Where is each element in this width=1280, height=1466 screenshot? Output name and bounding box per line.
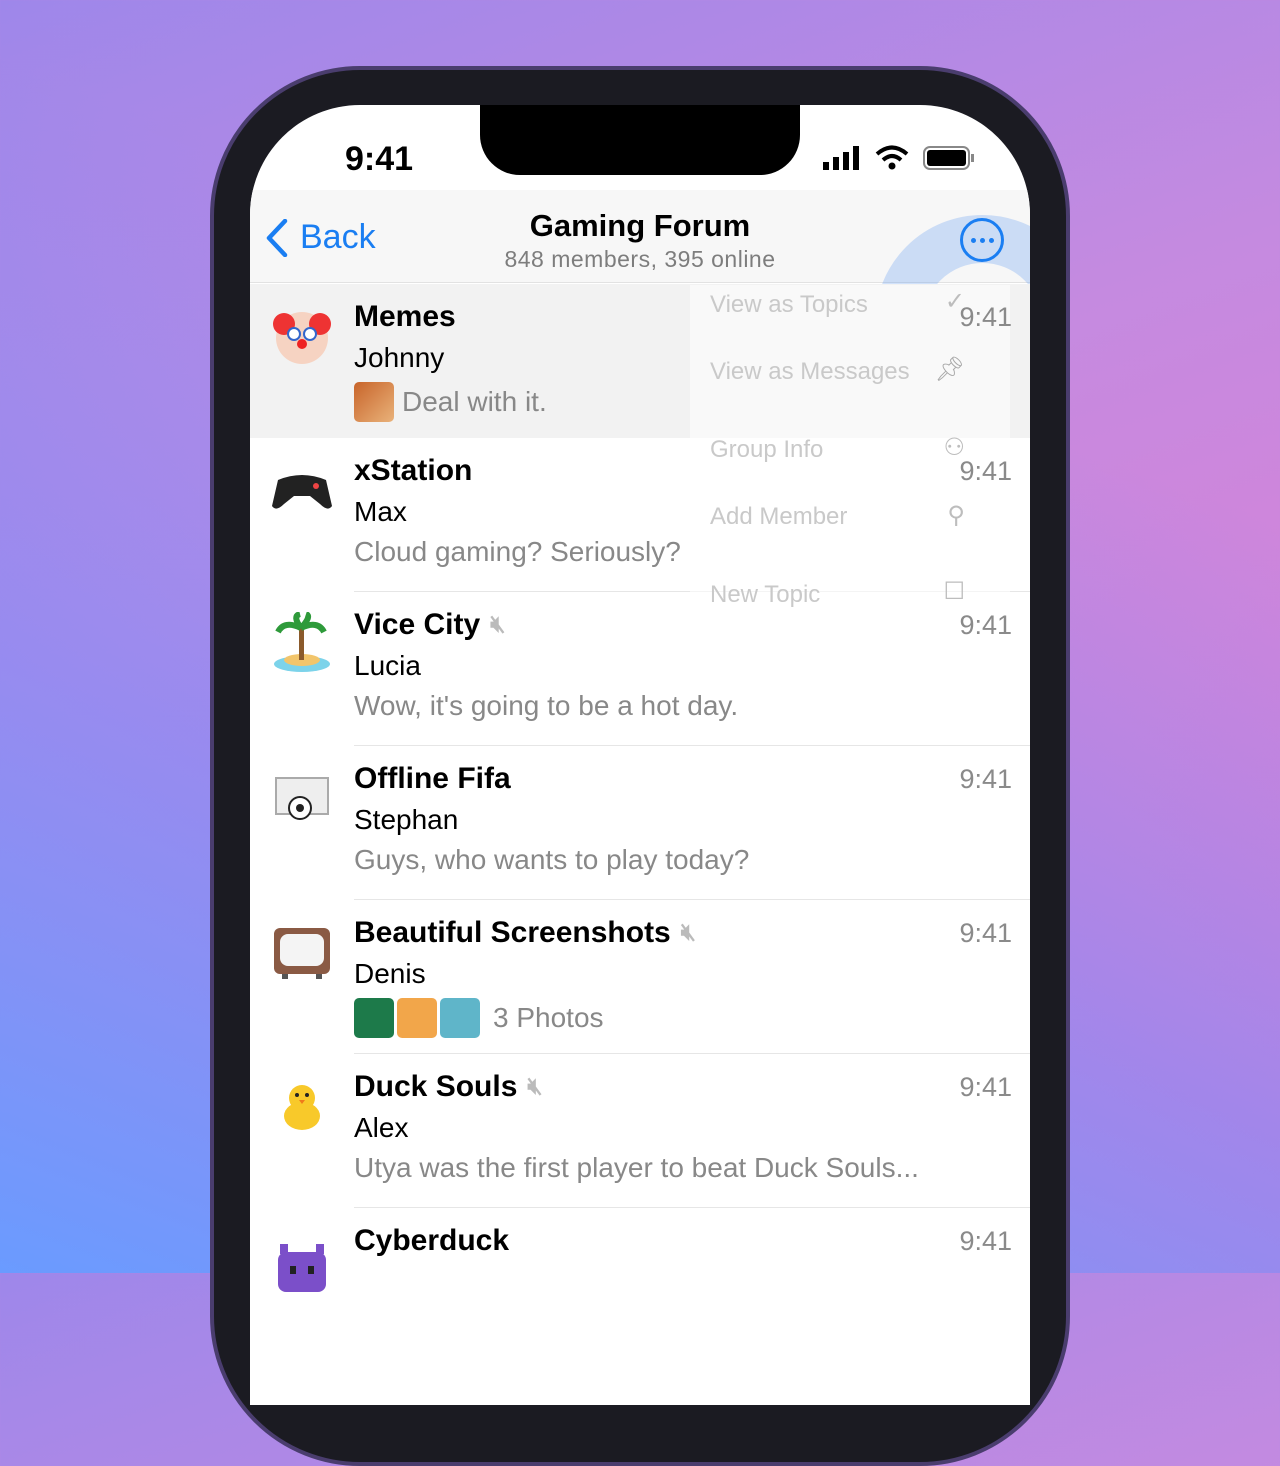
gamepad-avatar-icon [272, 475, 332, 509]
chat-name: xStation [354, 454, 473, 487]
chat-sender: Johnny [354, 342, 445, 373]
menu-item-view-as-topics[interactable]: View as Topics [710, 291, 868, 319]
chat-time: 9:41 [959, 456, 1012, 486]
chat-name-text: Beautiful Screenshots [354, 916, 671, 949]
status-time: 9:41 [345, 140, 414, 178]
chick-avatar-icon [284, 1085, 320, 1130]
space-invader-avatar-icon [278, 1244, 326, 1292]
sticker-thumbnail [354, 382, 394, 422]
chat-time: 9:41 [959, 302, 1012, 332]
chat-sender: Stephan [354, 804, 459, 835]
notch [480, 105, 800, 175]
chat-preview: Utya was the first player to beat Duck S… [354, 1152, 919, 1183]
add-person-icon: ⚲ [947, 502, 965, 529]
photo-thumbnail [354, 998, 394, 1038]
chat-time: 9:41 [959, 610, 1012, 640]
chat-row[interactable]: Duck Souls 🔇︎ Alex Utya was the first pla… [250, 1054, 1030, 1208]
preview-text: 3 Photos [493, 1002, 604, 1033]
chat-preview: 3 Photos [354, 998, 604, 1038]
chat-preview: Cloud gaming? Seriously? [354, 536, 681, 567]
chat-name-text: Duck Souls [354, 1070, 518, 1103]
chat-row[interactable]: Beautiful Screenshots 🔇︎ Denis 3 Photos 9… [250, 900, 1030, 1054]
chat-name: Cyberduck [354, 1224, 510, 1257]
chat-row[interactable]: Offline Fifa Stephan Guys, who wants to … [250, 746, 1030, 900]
pin-icon: 📌︎ [934, 356, 965, 383]
chat-name-text: Vice City [354, 608, 481, 641]
wifi-icon [875, 145, 909, 170]
more-button[interactable] [960, 218, 1004, 262]
muted-icon: 🔇︎ [527, 1073, 543, 1100]
chat-time: 9:41 [959, 764, 1012, 794]
chat-row[interactable]: Cyberduck 9:41 [250, 1208, 1030, 1362]
chat-sender: Max [354, 496, 407, 527]
chat-name: Vice City 🔇︎ [354, 608, 505, 642]
clown-avatar-icon [273, 312, 331, 364]
menu-item-group-info[interactable]: Group Info [710, 436, 823, 464]
chat-preview: Wow, it's going to be a hot day. [354, 690, 739, 721]
chat-time: 9:41 [959, 1226, 1012, 1256]
soccer-goal-avatar-icon [275, 777, 329, 820]
muted-icon: 🔇︎ [680, 919, 696, 946]
nav-bar: Back Gaming Forum 848 members, 395 onlin… [250, 190, 1030, 430]
island-avatar-icon [274, 612, 330, 672]
chat-time: 9:41 [959, 918, 1012, 948]
menu-item-view-as-messages[interactable]: View as Messages [710, 358, 910, 386]
chat-preview: Deal with it. [354, 382, 547, 422]
menu-item-new-topic[interactable]: New Topic [710, 581, 820, 609]
tv-avatar-icon [274, 928, 330, 979]
chat-name: Memes [354, 300, 456, 333]
photo-thumbnail [440, 998, 480, 1038]
chat-sender: Alex [354, 1112, 409, 1143]
page-title: Gaming Forum [529, 208, 751, 243]
chat-name: Duck Souls 🔇︎ [354, 1070, 543, 1104]
preview-text: Deal with it. [402, 386, 547, 417]
chat-sender: Denis [354, 958, 426, 989]
signal-icon [823, 146, 859, 170]
chat-time: 9:41 [959, 1072, 1012, 1102]
muted-icon: 🔇︎ [490, 611, 506, 638]
compose-icon: ☐ [943, 578, 965, 605]
chat-preview: Guys, who wants to play today? [354, 844, 750, 875]
chat-sender: Lucia [354, 650, 421, 681]
chat-name: Beautiful Screenshots 🔇︎ [354, 916, 696, 950]
menu-item-add-member[interactable]: Add Member [710, 503, 847, 531]
status-icons [823, 145, 975, 171]
battery-icon [923, 146, 974, 170]
phone-screen: 9:41 Back Gaming Forum 848 members, 395 … [250, 105, 1030, 1405]
photo-thumbnail [397, 998, 437, 1038]
chat-name: Offline Fifa [354, 762, 511, 795]
